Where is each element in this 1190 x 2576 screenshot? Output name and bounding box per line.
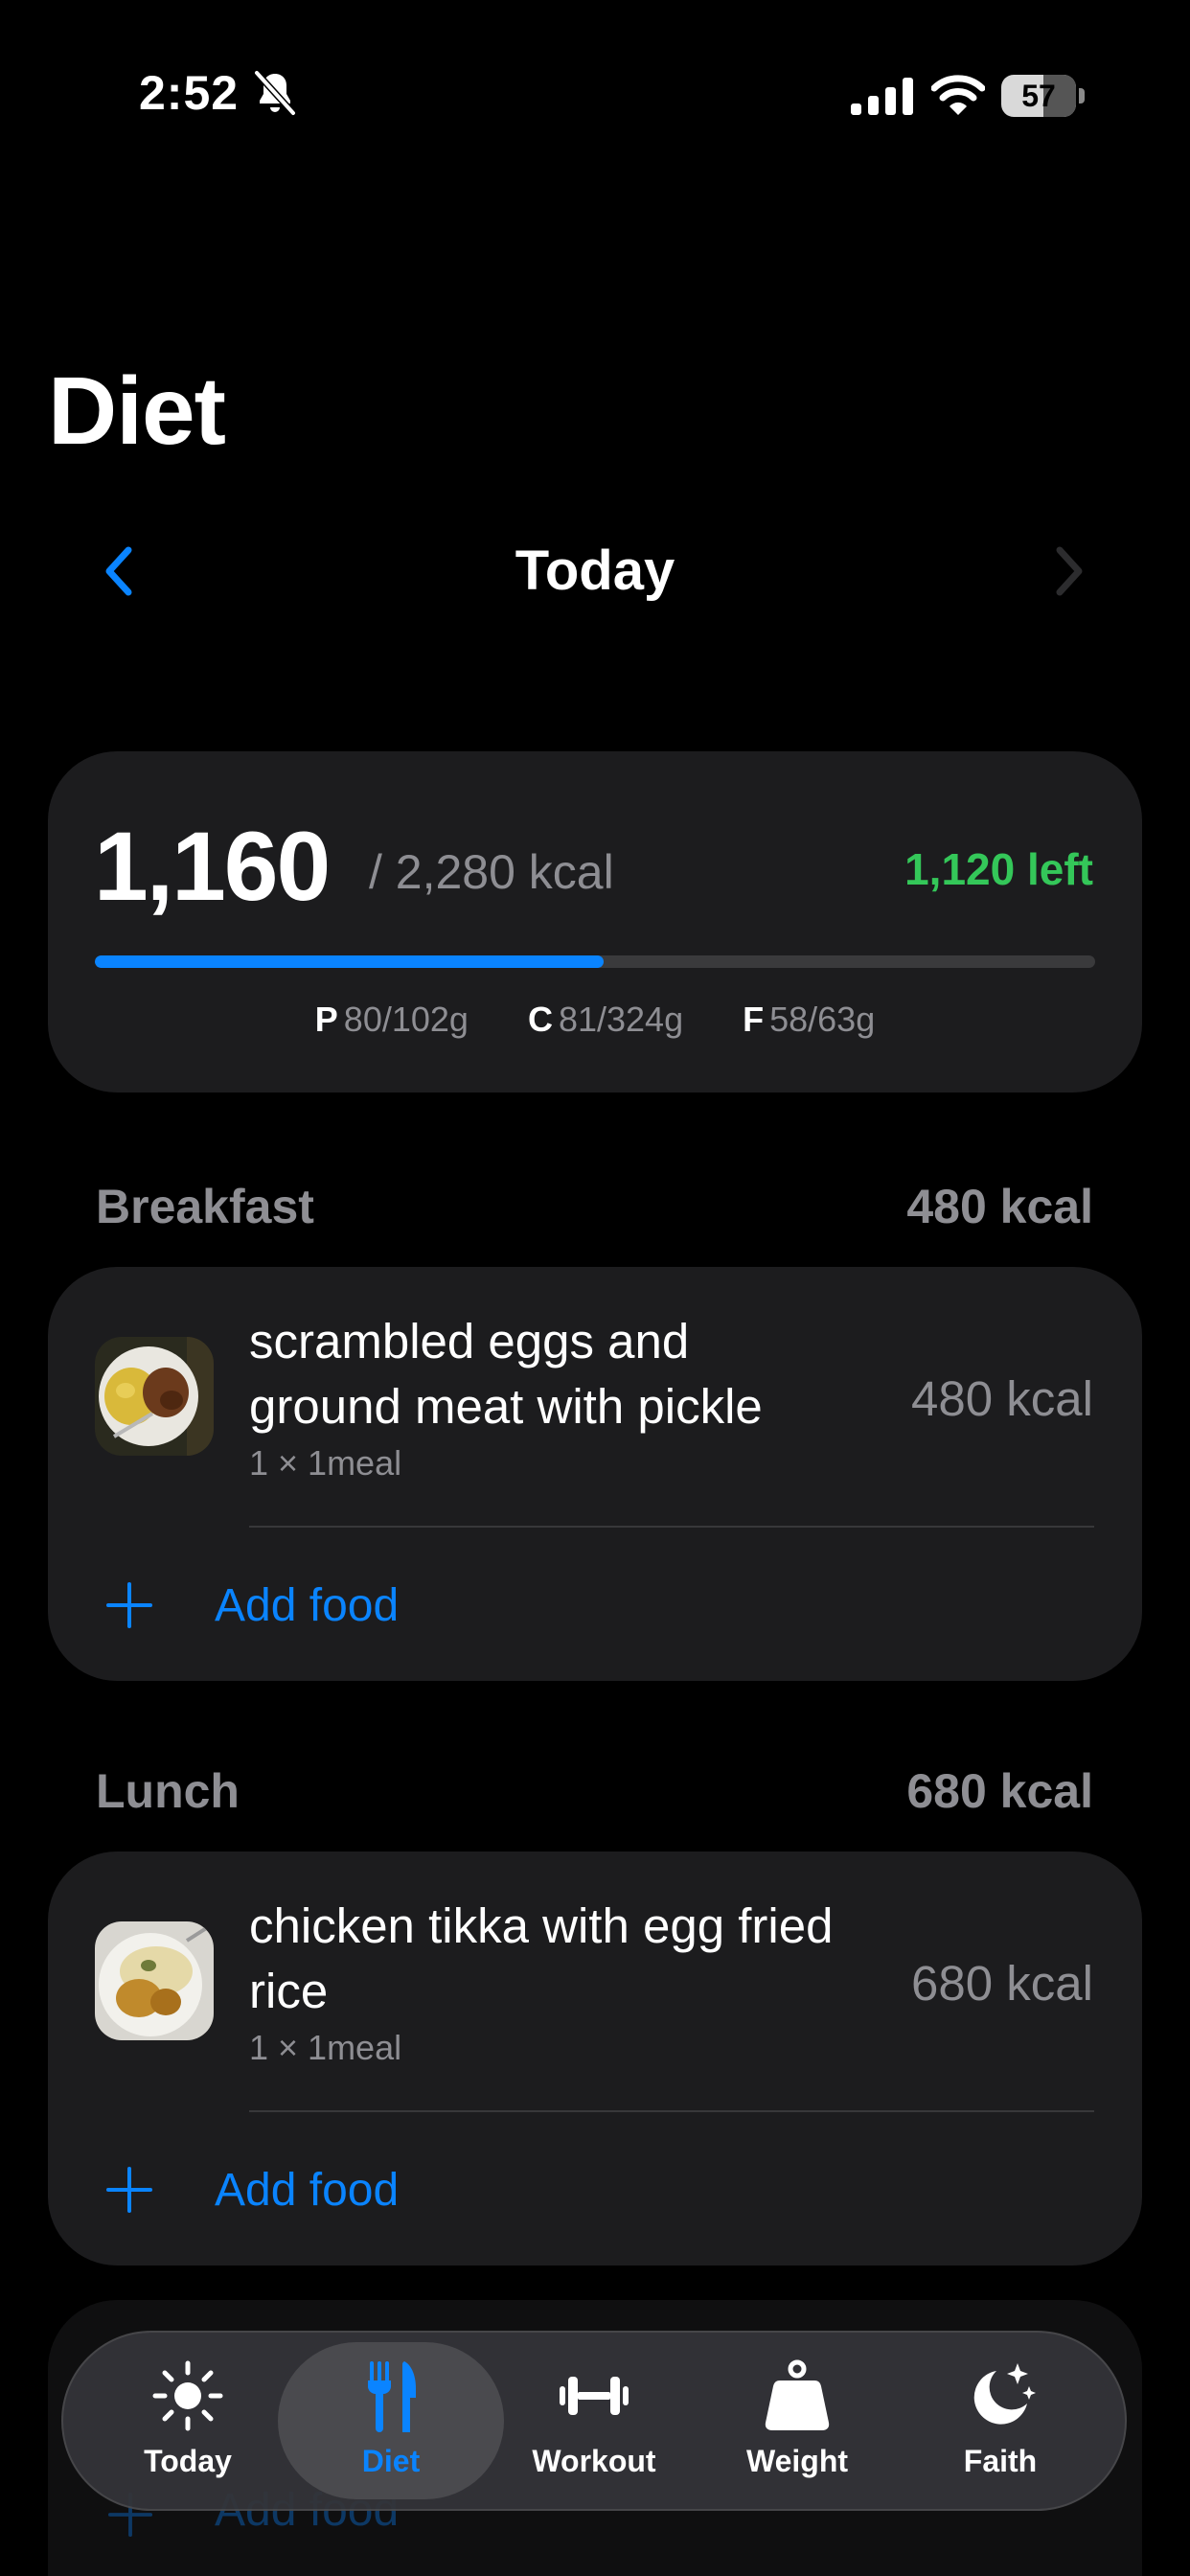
- meal-total-lunch: 680 kcal: [906, 1764, 1093, 1818]
- dumbbell-icon: [560, 2377, 629, 2415]
- tab-faith[interactable]: Faith: [904, 2358, 1096, 2479]
- calories-remaining: 1,120 left: [904, 844, 1093, 894]
- plus-icon[interactable]: [105, 1581, 153, 1629]
- tab-weight[interactable]: Weight: [701, 2358, 893, 2479]
- food-item-quantity: 1 × 1meal: [249, 1443, 402, 1483]
- divider: [249, 1526, 1094, 1528]
- next-day-chevron-icon[interactable]: [1044, 542, 1092, 600]
- food-item-calories: 480 kcal: [911, 1371, 1093, 1426]
- calories-consumed: 1,160: [94, 812, 331, 921]
- date-label: Today: [515, 540, 675, 602]
- meal-header-lunch: Lunch: [96, 1764, 240, 1818]
- battery-indicator: 57: [1001, 75, 1086, 117]
- food-item-name[interactable]: chicken tikka with egg fried rice: [249, 1894, 843, 2024]
- food-item-quantity: 1 × 1meal: [249, 2028, 402, 2067]
- tab-label: Today: [144, 2444, 232, 2478]
- calorie-progress-fill: [95, 955, 605, 968]
- tab-label: Faith: [963, 2444, 1038, 2478]
- status-time: 2:52: [139, 66, 240, 120]
- add-food-button-breakfast[interactable]: Add food: [215, 1579, 399, 1632]
- previous-day-chevron-icon[interactable]: [96, 542, 144, 600]
- sun-icon: [152, 2360, 223, 2431]
- page-title: Diet: [48, 357, 226, 465]
- food-photo-thumbnail: [95, 1921, 214, 2040]
- cellular-signal-icon: [851, 78, 913, 115]
- food-item-name[interactable]: scrambled eggs and ground meat with pick…: [249, 1309, 843, 1439]
- tab-diet[interactable]: Diet: [295, 2358, 487, 2479]
- tab-label: Diet: [361, 2444, 421, 2478]
- wifi-icon: [931, 75, 985, 115]
- food-photo-thumbnail: [95, 1337, 214, 1456]
- divider: [249, 2110, 1094, 2112]
- scale-weight-icon: [765, 2359, 830, 2430]
- bell-slash-icon: [254, 70, 296, 116]
- fork-knife-icon: [368, 2361, 416, 2432]
- battery-level: 57: [1021, 79, 1056, 113]
- tab-workout[interactable]: Workout: [498, 2358, 690, 2479]
- tab-label: Weight: [745, 2444, 849, 2478]
- macro-fat: F 58/63g: [743, 1000, 876, 1039]
- add-food-button-lunch[interactable]: Add food: [215, 2164, 399, 2217]
- moon-stars-icon: [973, 2363, 1036, 2425]
- calorie-progress-bar: [95, 955, 1095, 968]
- macro-protein: P 80/102g: [314, 1000, 469, 1039]
- tab-label: Workout: [532, 2444, 656, 2478]
- calorie-goal: / 2,280 kcal: [369, 845, 614, 899]
- meal-total-breakfast: 480 kcal: [906, 1180, 1093, 1233]
- tab-today[interactable]: Today: [92, 2358, 284, 2479]
- macro-carbs: C 81/324g: [527, 1000, 684, 1039]
- food-item-calories: 680 kcal: [911, 1956, 1093, 2011]
- macros-row: P 80/102g C 81/324g F 58/63g: [95, 1000, 1095, 1040]
- meal-header-breakfast: Breakfast: [96, 1180, 314, 1233]
- plus-icon[interactable]: [105, 2166, 153, 2214]
